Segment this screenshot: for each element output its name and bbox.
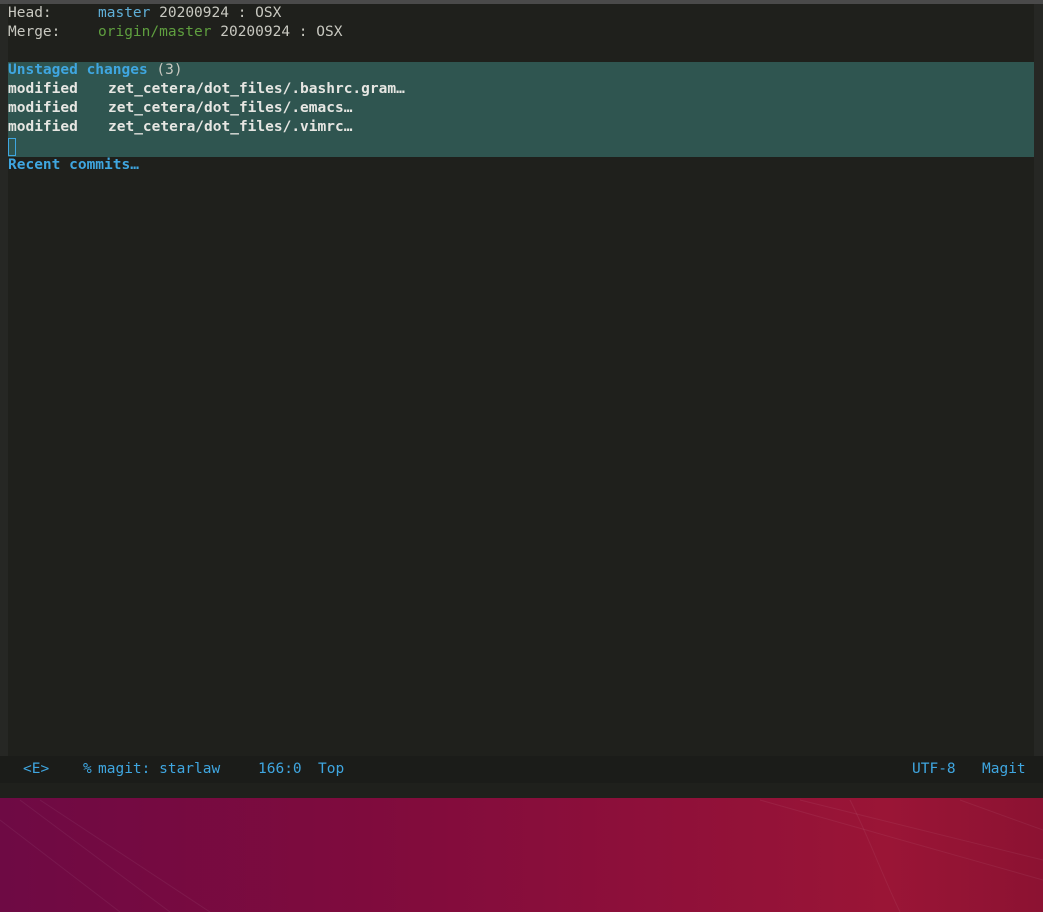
major-mode[interactable]: Magit bbox=[982, 760, 1026, 779]
file-path[interactable]: zet_cetera/dot_files/.bashrc.gram… bbox=[108, 81, 405, 97]
recent-commits-heading[interactable]: Recent commits… bbox=[8, 157, 139, 173]
file-status: modified bbox=[8, 100, 78, 116]
file-path[interactable]: zet_cetera/dot_files/.vimrc… bbox=[108, 119, 352, 135]
emacs-window[interactable]: Head: master 20200924 : OSX Merge: origin/… bbox=[0, 0, 1043, 798]
merge-line: Merge: origin/master 20200924 : OSX bbox=[8, 23, 342, 42]
file-row[interactable]: modified zet_cetera/dot_files/.vimrc… bbox=[8, 118, 352, 137]
left-fringe bbox=[0, 4, 8, 756]
merge-branch[interactable]: origin/master bbox=[98, 24, 212, 40]
scroll-position: Top bbox=[318, 761, 345, 777]
unstaged-count: (3) bbox=[156, 62, 183, 78]
file-status: modified bbox=[8, 81, 78, 97]
head-line: Head: master 20200924 : OSX bbox=[8, 4, 281, 23]
right-fringe bbox=[1034, 4, 1043, 756]
encoding-indicator[interactable]: UTF-8 bbox=[912, 760, 956, 779]
recent-commits-line[interactable]: Recent commits… bbox=[8, 156, 139, 175]
file-status: modified bbox=[8, 119, 78, 135]
evil-state-indicator: <E> bbox=[23, 761, 50, 777]
modified-flag: % bbox=[83, 761, 92, 777]
unstaged-heading-line[interactable]: Unstaged changes (3) bbox=[8, 61, 183, 80]
merge-commit[interactable]: 20200924 : OSX bbox=[220, 24, 342, 40]
head-commit[interactable]: 20200924 : OSX bbox=[159, 5, 281, 21]
echo-area[interactable] bbox=[0, 783, 1043, 798]
file-row[interactable]: modified zet_cetera/dot_files/.bashrc.gra… bbox=[8, 80, 405, 99]
merge-label: Merge: bbox=[8, 24, 61, 40]
file-row[interactable]: modified zet_cetera/dot_files/.emacs… bbox=[8, 99, 352, 118]
buffer-name[interactable]: magit: starlaw bbox=[98, 760, 220, 779]
cursor-position: 166:0 bbox=[258, 761, 302, 777]
file-path[interactable]: zet_cetera/dot_files/.emacs… bbox=[108, 100, 352, 116]
mode-line: <E> % magit: starlaw 166:0 Top UTF-8 Mag… bbox=[0, 756, 1043, 783]
text-cursor bbox=[8, 138, 16, 156]
magit-status-buffer[interactable]: Head: master 20200924 : OSX Merge: origin/… bbox=[8, 4, 1034, 756]
unstaged-heading[interactable]: Unstaged changes bbox=[8, 62, 148, 78]
head-label: Head: bbox=[8, 5, 52, 21]
head-branch[interactable]: master bbox=[98, 5, 150, 21]
